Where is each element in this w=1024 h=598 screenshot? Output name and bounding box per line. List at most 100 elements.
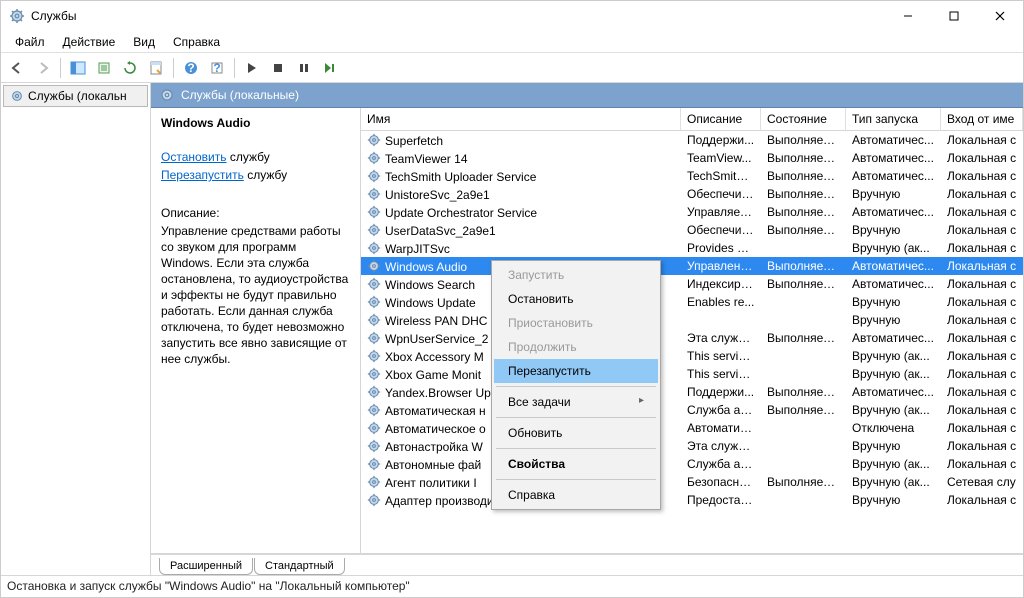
properties-button[interactable] [144,56,168,80]
statusbar: Остановка и запуск службы "Windows Audio… [1,575,1023,597]
gear-icon [367,259,381,273]
table-row[interactable]: Адаптер производительности WMIПредостав.… [361,491,1023,509]
show-hide-tree-button[interactable] [66,56,90,80]
help2-button[interactable]: ? [205,56,229,80]
gear-icon [367,331,381,345]
ctx-restart[interactable]: Перезапустить [494,359,658,383]
table-row[interactable]: Yandex.Browser UpПоддержи...ВыполняетсяА… [361,383,1023,401]
table-row[interactable]: Update Orchestrator ServiceУправляет ...… [361,203,1023,221]
gear-icon [367,385,381,399]
gear-icon [367,403,381,417]
ctx-separator [496,479,656,480]
table-row[interactable]: Windows UpdateEnables re...ВручнуюЛокаль… [361,293,1023,311]
tab-extended[interactable]: Расширенный [159,558,253,575]
toolbar-separator [234,58,235,78]
table-row[interactable]: Wireless PAN DHCВручнуюЛокальная с [361,311,1023,329]
table-row[interactable]: Автономные файСлужба ав...Вручную (ак...… [361,455,1023,473]
titlebar: Службы [1,1,1023,31]
selected-service-name: Windows Audio [161,116,350,130]
toolbar-separator [60,58,61,78]
col-header-name[interactable]: Имя [361,108,681,130]
menubar: Файл Действие Вид Справка [1,31,1023,53]
help-button[interactable]: ? [179,56,203,80]
gear-icon [367,187,381,201]
right-pane: Службы (локальные) Windows Audio Останов… [151,83,1023,575]
table-row[interactable]: Агент политики IБезопасно...ВыполняетсяВ… [361,473,1023,491]
gear-icon [367,133,381,147]
table-row[interactable]: WarpJITSvcProvides a J...Вручную (ак...Л… [361,239,1023,257]
nav-forward-button[interactable] [31,56,55,80]
ctx-properties[interactable]: Свойства [494,452,658,476]
grid-body[interactable]: SuperfetchПоддержи...ВыполняетсяАвтомати… [361,131,1023,553]
ctx-all-tasks[interactable]: Все задачи▸ [494,390,658,414]
export-list-button[interactable] [92,56,116,80]
gear-icon [367,313,381,327]
refresh-button[interactable] [118,56,142,80]
description-text: Управление средствами работы со звуком д… [161,223,350,367]
col-header-state[interactable]: Состояние [761,108,846,130]
stop-service-button[interactable] [266,56,290,80]
context-menu: Запустить Остановить Приостановить Продо… [491,260,661,510]
tree-root-item[interactable]: Службы (локальн [3,85,148,107]
restart-service-link[interactable]: Перезапустить [161,168,244,182]
table-row[interactable]: Автонастройка WЭта служба...ВручнуюЛокал… [361,437,1023,455]
menu-view[interactable]: Вид [125,33,163,51]
table-row[interactable]: Windows AudioУправлени...ВыполняетсяАвто… [361,257,1023,275]
gear-icon [367,367,381,381]
tab-standard[interactable]: Стандартный [254,558,345,575]
ctx-stop[interactable]: Остановить [494,287,658,311]
ctx-refresh[interactable]: Обновить [494,421,658,445]
svg-text:?: ? [187,61,194,75]
gear-icon [367,223,381,237]
svg-text:?: ? [213,61,220,75]
ctx-separator [496,417,656,418]
table-row[interactable]: UnistoreSvc_2a9e1Обеспечив...Выполняется… [361,185,1023,203]
table-row[interactable]: SuperfetchПоддержи...ВыполняетсяАвтомати… [361,131,1023,149]
ctx-separator [496,448,656,449]
pause-service-button[interactable] [292,56,316,80]
minimize-button[interactable] [885,1,931,31]
col-header-logon[interactable]: Вход от име [941,108,1023,130]
gear-icon [367,151,381,165]
gear-icon [367,241,381,255]
service-grid: Имя Описание Состояние Тип запуска Вход … [361,108,1023,553]
gear-icon [367,493,381,507]
table-row[interactable]: Автоматическая нСлужба ав...ВыполняетсяВ… [361,401,1023,419]
gear-icon [367,295,381,309]
menu-action[interactable]: Действие [55,33,124,51]
table-row[interactable]: UserDataSvc_2a9e1Обеспечив...Выполняется… [361,221,1023,239]
menu-help[interactable]: Справка [165,33,228,51]
maximize-button[interactable] [931,1,977,31]
app-window: Службы Файл Действие Вид Справка ? ? [0,0,1024,598]
system-buttons [885,1,1023,31]
table-row[interactable]: WpnUserService_2Эта служба...Выполняется… [361,329,1023,347]
ctx-help[interactable]: Справка [494,483,658,507]
restart-service-button[interactable] [318,56,342,80]
col-header-start[interactable]: Тип запуска [846,108,941,130]
start-service-button[interactable] [240,56,264,80]
gear-icon [367,277,381,291]
table-row[interactable]: Windows SearchИндексиро...ВыполняетсяАвт… [361,275,1023,293]
ctx-resume[interactable]: Продолжить [494,335,658,359]
pane-header: Службы (локальные) [151,83,1023,108]
toolbar-separator [173,58,174,78]
app-icon [9,8,25,24]
table-row[interactable]: TechSmith Uploader ServiceTechSmith ...В… [361,167,1023,185]
tree-pane: Службы (локальн [1,83,151,575]
tree-root-label: Службы (локальн [28,89,127,103]
ctx-pause[interactable]: Приостановить [494,311,658,335]
pane-header-label: Службы (локальные) [181,88,299,102]
service-actions: Остановить службу Перезапустить службу [161,148,350,184]
toolbar: ? ? [1,53,1023,83]
close-button[interactable] [977,1,1023,31]
table-row[interactable]: Xbox Game MonitThis service...Вручную (а… [361,365,1023,383]
table-row[interactable]: Xbox Accessory MThis service...Вручную (… [361,347,1023,365]
nav-back-button[interactable] [5,56,29,80]
gear-icon [367,421,381,435]
table-row[interactable]: Автоматическое оАвтоматич...ОтключенаЛок… [361,419,1023,437]
ctx-start[interactable]: Запустить [494,263,658,287]
stop-service-link[interactable]: Остановить [161,150,227,164]
table-row[interactable]: TeamViewer 14TeamView...ВыполняетсяАвтом… [361,149,1023,167]
col-header-desc[interactable]: Описание [681,108,761,130]
menu-file[interactable]: Файл [7,33,53,51]
